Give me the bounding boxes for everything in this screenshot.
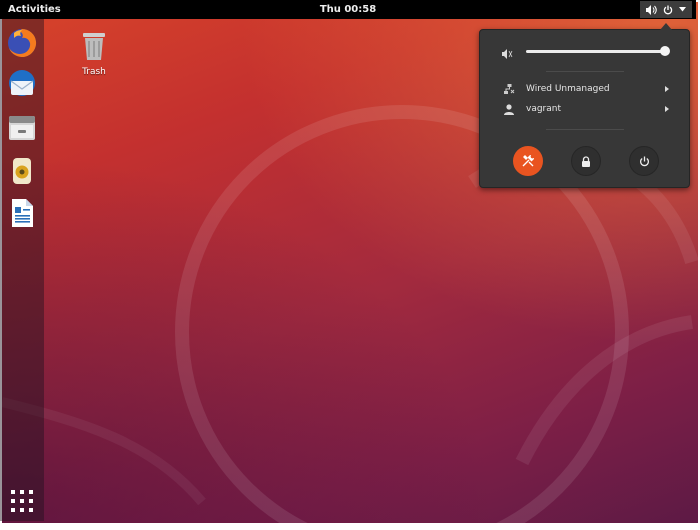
files-icon[interactable]: [6, 111, 38, 143]
volume-icon: [646, 4, 657, 15]
volume-icon: [502, 44, 514, 63]
dropdown-arrow-icon: [679, 7, 686, 12]
app-grid-icon[interactable]: [10, 489, 34, 513]
power-off-button[interactable]: [629, 146, 659, 176]
status-menu: Wired Unmanaged vagrant: [479, 29, 690, 188]
power-icon: [639, 152, 650, 171]
chevron-right-icon: [665, 106, 669, 112]
thunderbird-icon[interactable]: [6, 68, 38, 100]
trash-icon: [81, 33, 107, 66]
clock[interactable]: Thu 00:58: [0, 4, 696, 15]
dock: [0, 19, 44, 521]
desktop-trash[interactable]: Trash: [76, 30, 112, 77]
menu-item-wired[interactable]: Wired Unmanaged: [480, 81, 689, 99]
user-icon: [504, 104, 514, 118]
lock-icon: [581, 152, 591, 171]
menu-item-label: Wired Unmanaged: [526, 84, 610, 94]
power-icon: [663, 5, 673, 15]
system-tray[interactable]: [640, 1, 692, 18]
libreoffice-writer-icon[interactable]: [6, 197, 38, 229]
menu-item-label: vagrant: [526, 104, 562, 114]
popup-pointer: [660, 23, 672, 30]
settings-button[interactable]: [513, 146, 543, 176]
wired-network-icon: [504, 84, 515, 98]
trash-label: Trash: [82, 67, 106, 77]
separator: [546, 129, 624, 130]
lock-button[interactable]: [571, 146, 601, 176]
volume-slider-handle[interactable]: [660, 46, 670, 56]
volume-slider[interactable]: [526, 50, 666, 53]
settings-icon: [522, 152, 536, 171]
firefox-icon[interactable]: [6, 27, 38, 59]
menu-item-user[interactable]: vagrant: [480, 101, 689, 119]
separator: [546, 71, 624, 72]
chevron-right-icon: [665, 86, 669, 92]
top-panel: Activities Thu 00:58: [0, 0, 696, 19]
rhythmbox-icon[interactable]: [6, 155, 38, 187]
